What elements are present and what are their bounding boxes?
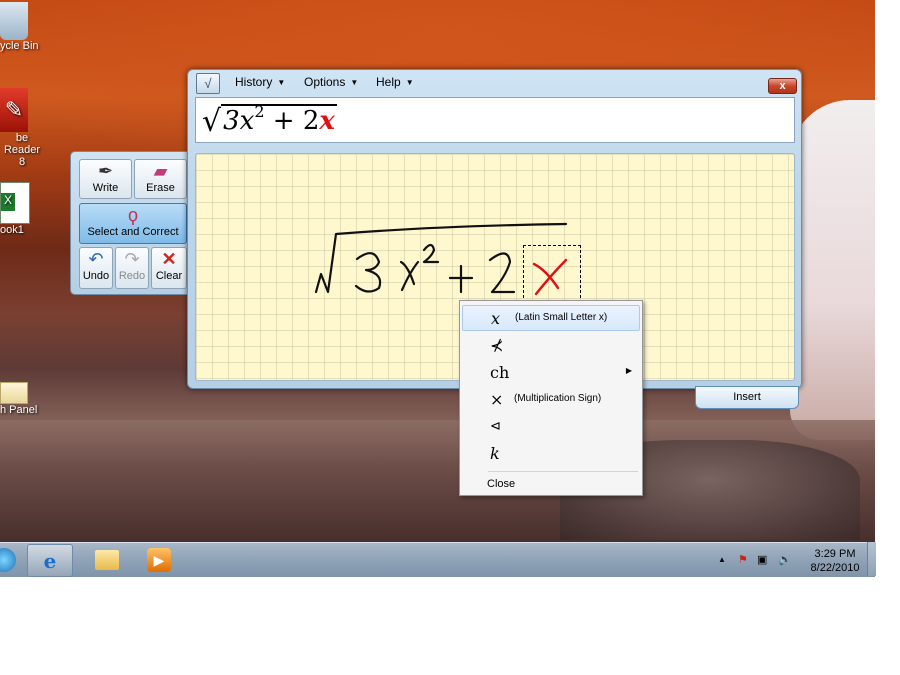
internet-explorer-icon: e	[43, 549, 57, 573]
adobe-reader-icon: ✎	[0, 88, 28, 132]
volume-icon[interactable]: 🔈	[778, 553, 792, 566]
show-hidden-icons-icon[interactable]: ▲	[718, 555, 726, 564]
write-button[interactable]: ✒ Write	[79, 159, 132, 199]
recognized-expression: √3x2 + 2x	[202, 102, 337, 139]
tool-palette: ✒ Write ▰ Erase ϙ Select and Correct ↶ U…	[70, 151, 189, 295]
ink-digit-3	[354, 252, 382, 293]
clear-button[interactable]: ✕ Clear	[151, 247, 187, 289]
show-desktop-button[interactable]	[867, 542, 876, 576]
highlighted-symbol: x	[319, 106, 335, 136]
ink-digit-2	[488, 252, 516, 294]
title-bar: √ History ▼ Options ▼ Help ▼ x	[188, 70, 801, 96]
chevron-down-icon: ▼	[350, 78, 359, 87]
redo-icon: ↷	[124, 249, 140, 269]
undo-icon: ↶	[88, 249, 104, 269]
desktop-icon-label: ook1	[0, 224, 24, 236]
erase-button[interactable]: ▰ Erase	[134, 159, 187, 199]
taskbar-internet-explorer[interactable]: e	[27, 544, 73, 577]
select-and-correct-button[interactable]: ϙ Select and Correct	[79, 203, 187, 244]
correction-context-menu: x (Latin Small Letter x) ⊀ ch ▶ × (Multi…	[459, 300, 643, 496]
desktop-icon-control-panel[interactable]: h Panel	[0, 382, 60, 416]
action-center-flag-icon[interactable]: ⚑	[738, 553, 748, 566]
square-root-icon: √	[202, 104, 222, 139]
close-button[interactable]: x	[768, 78, 797, 94]
menu-item-latin-small-x[interactable]: x (Latin Small Letter x)	[462, 305, 640, 331]
redo-button[interactable]: ↷ Redo	[115, 247, 149, 289]
taskbar: e ▶ ▲ ⚑ ▣ 🔈 3:29 PM 8/22/2010	[0, 542, 875, 577]
chevron-down-icon: ▼	[277, 78, 286, 87]
preview-area: √3x2 + 2x	[195, 97, 795, 143]
network-icon[interactable]: ▣	[757, 553, 767, 566]
ink-plus-sign	[448, 264, 474, 294]
close-icon: x	[779, 80, 786, 92]
chevron-down-icon: ▼	[405, 78, 414, 87]
menu-help[interactable]: Help ▼	[376, 75, 414, 89]
menu-item-k[interactable]: k	[462, 441, 638, 465]
desktop-icon-label: h Panel	[0, 404, 38, 416]
recycle-bin-icon	[0, 2, 28, 40]
menu-item-multiplication-sign[interactable]: × (Multiplication Sign)	[462, 387, 638, 411]
menu-item-ch[interactable]: ch ▶	[462, 360, 638, 384]
submenu-arrow-icon: ▶	[625, 366, 632, 375]
start-button[interactable]	[0, 544, 22, 575]
sky-background	[790, 100, 875, 440]
radical: √3x2 + 2x	[202, 102, 337, 139]
control-panel-icon	[0, 382, 28, 404]
desktop-icon-recycle-bin[interactable]: ycle Bin	[0, 0, 60, 52]
desktop-icon-book1[interactable]: X ook1	[0, 182, 60, 236]
excel-workbook-icon: X	[0, 182, 30, 224]
system-clock[interactable]: 3:29 PM 8/22/2010	[805, 547, 865, 575]
notification-area: ▲ ⚑ ▣ 🔈 3:29 PM 8/22/2010	[712, 543, 875, 577]
menu-options[interactable]: Options ▼	[304, 75, 358, 89]
ink-letter-x	[399, 260, 420, 292]
media-player-icon: ▶	[147, 548, 171, 572]
ink-exponent-2	[422, 243, 440, 264]
selection-box[interactable]	[523, 245, 581, 303]
radical-body: 3x2 + 2x	[221, 102, 337, 136]
windows-start-icon	[0, 548, 16, 572]
eraser-icon: ▰	[153, 161, 168, 181]
math-panel-app-icon: √	[196, 73, 220, 94]
undo-button[interactable]: ↶ Undo	[79, 247, 113, 289]
desktop-icon-adobe-reader[interactable]: ✎ be Reader 8	[0, 88, 60, 168]
menu-item-normal-subgroup[interactable]: ⊲	[462, 414, 638, 438]
menu-history[interactable]: History ▼	[235, 75, 285, 89]
lasso-icon: ϙ	[127, 205, 138, 225]
menu-item-close[interactable]: Close	[487, 478, 515, 490]
folder-icon	[95, 550, 119, 570]
insert-button[interactable]: Insert	[695, 386, 799, 409]
desktop-icon-label: be Reader 8	[3, 132, 41, 168]
clock-date: 8/22/2010	[810, 562, 860, 574]
menu-item-not-precedes[interactable]: ⊀	[462, 333, 638, 357]
taskbar-windows-explorer[interactable]	[85, 544, 129, 575]
taskbar-media-player[interactable]: ▶	[137, 544, 181, 575]
desktop-icon-label: ycle Bin	[0, 40, 39, 52]
menu-separator	[488, 471, 638, 472]
clear-x-icon: ✕	[161, 249, 177, 269]
pen-icon: ✒	[97, 161, 114, 181]
clock-time: 3:29 PM	[814, 548, 856, 560]
